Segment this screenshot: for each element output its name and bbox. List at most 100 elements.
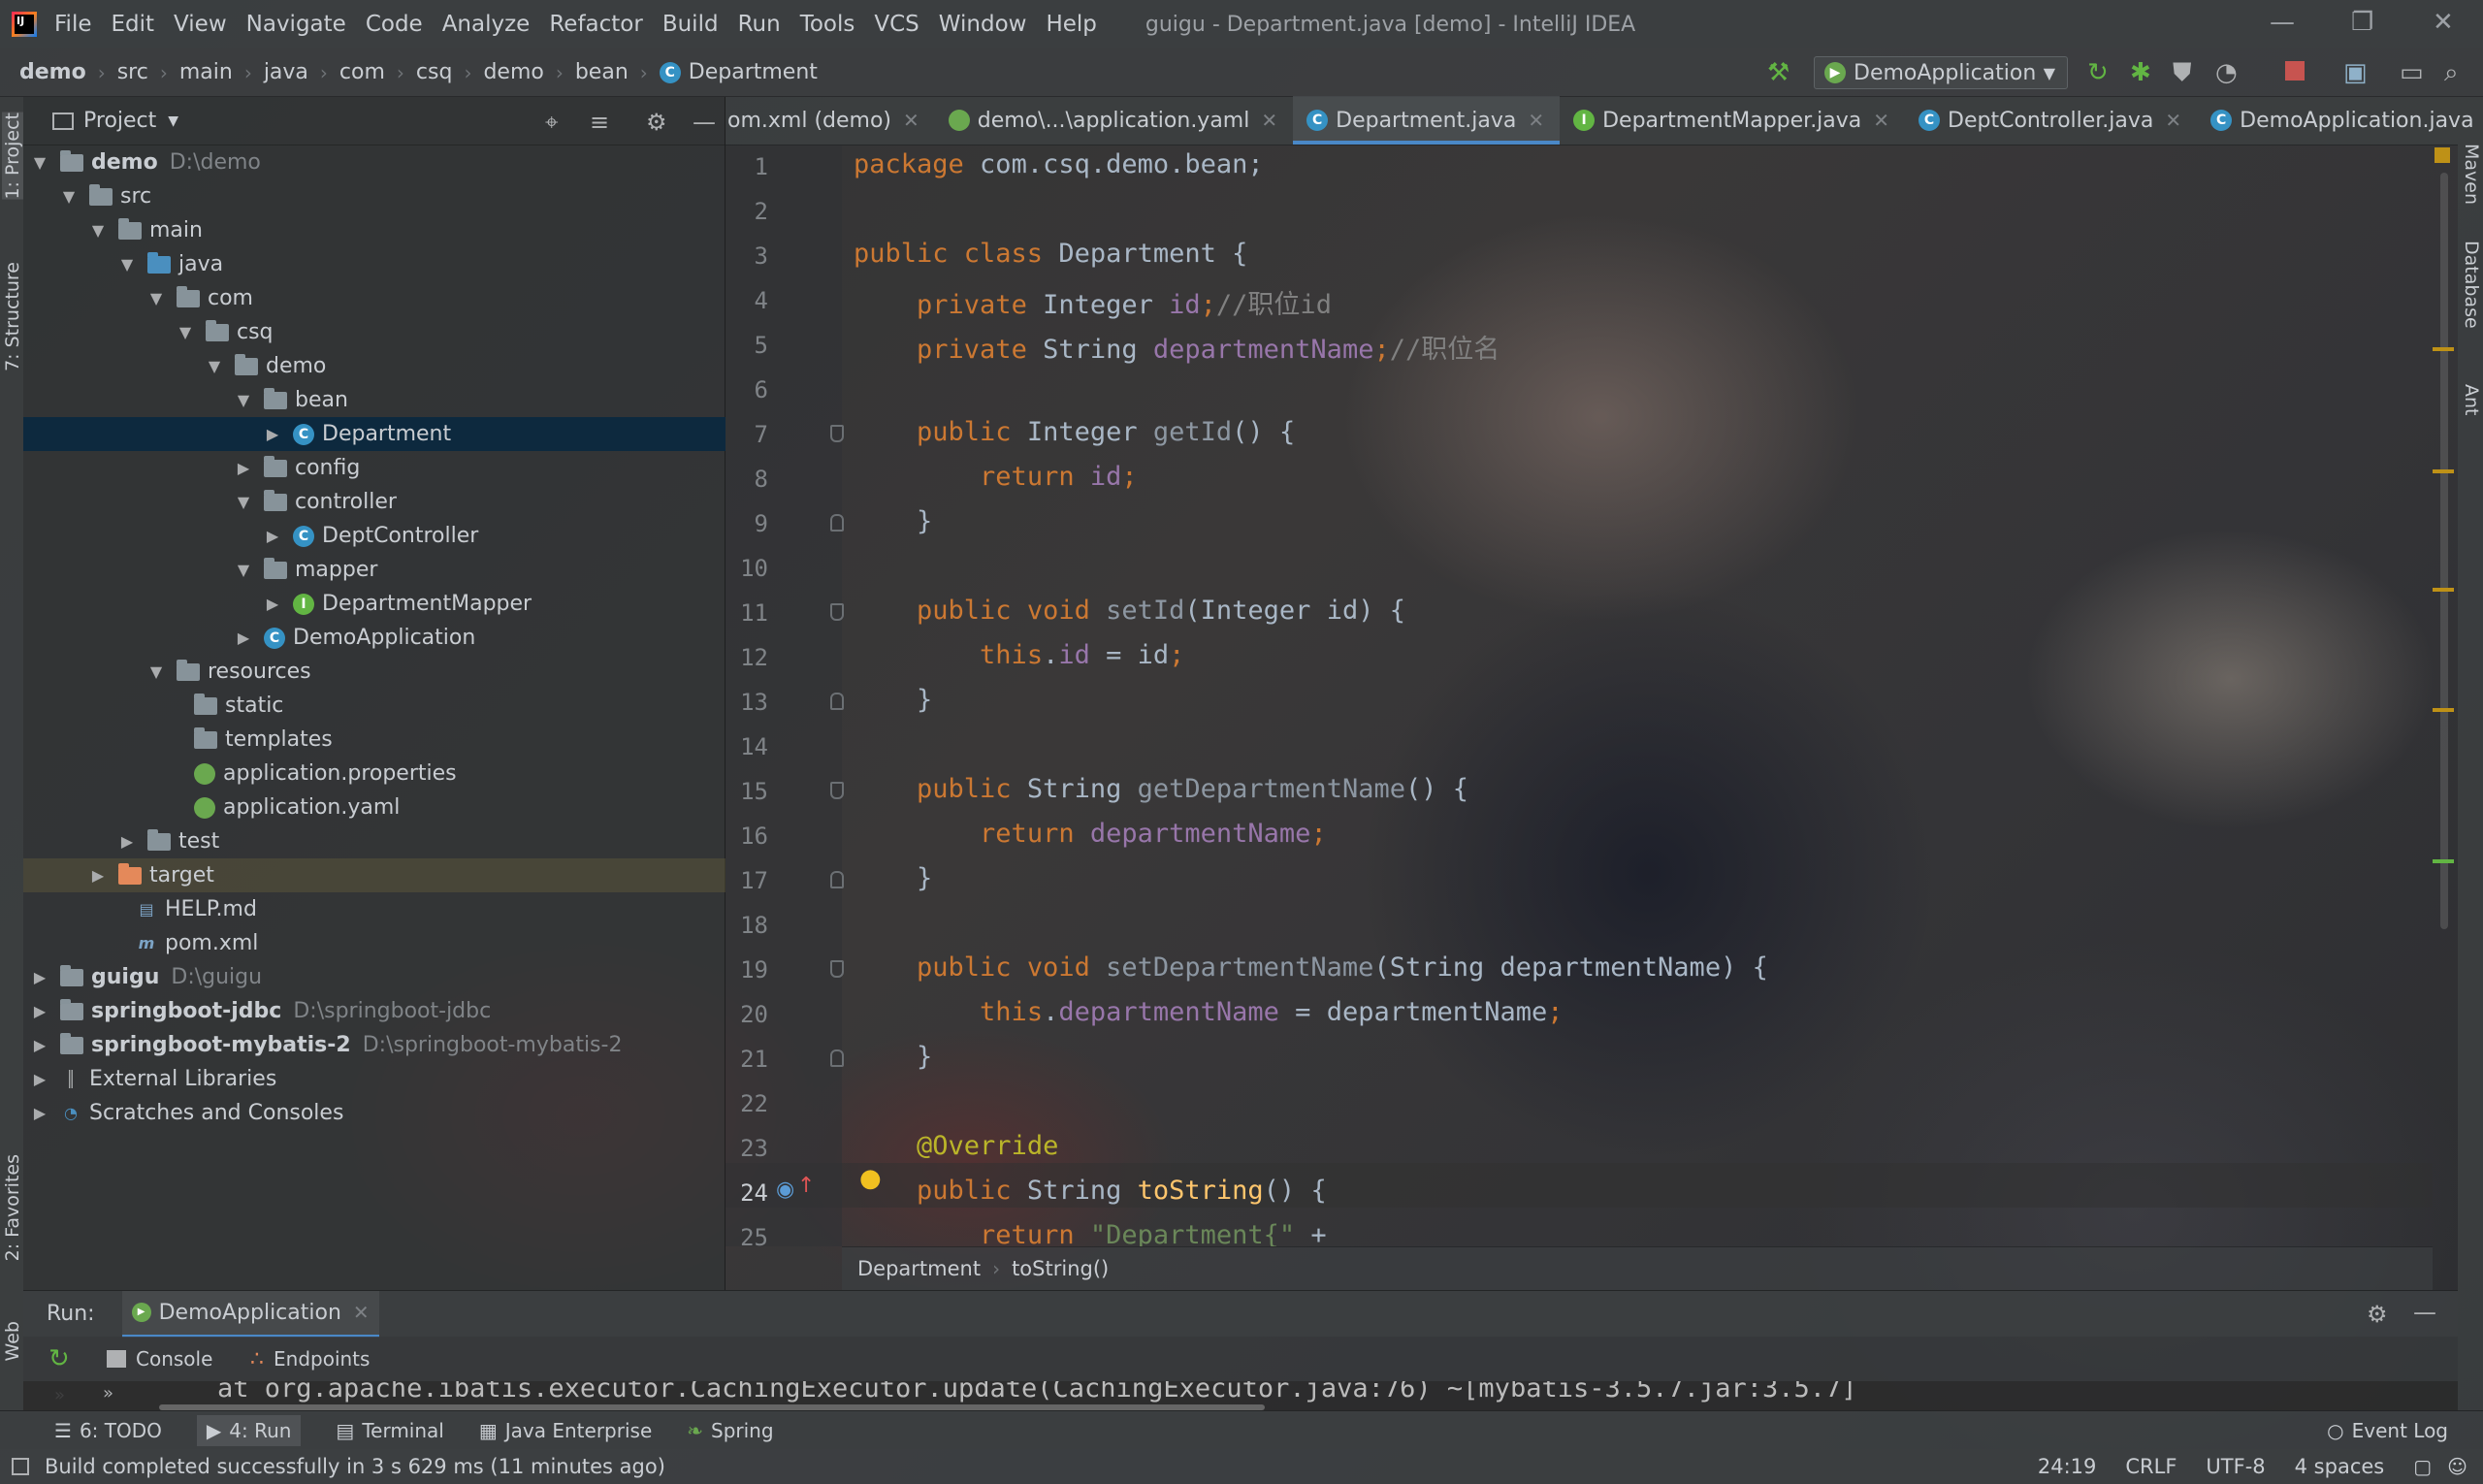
restore-icon[interactable]: ❐ — [2351, 8, 2373, 37]
collapsed-arrow-icon[interactable]: ▶ — [266, 425, 279, 443]
menu-edit[interactable]: Edit — [112, 12, 155, 37]
tree-item-csq[interactable]: ▼ csq — [23, 315, 726, 349]
menu-run[interactable]: Run — [738, 12, 781, 37]
warning-marker[interactable] — [2433, 588, 2454, 592]
tab-application-yaml[interactable]: demo\...\application.yaml ✕ — [935, 96, 1293, 145]
build-hammer-icon[interactable]: ⚒ — [1767, 59, 1790, 86]
menu-view[interactable]: View — [174, 12, 227, 37]
breadcrumb-main[interactable]: main — [179, 60, 233, 84]
collapsed-arrow-icon[interactable]: ▶ — [237, 629, 250, 647]
menu-file[interactable]: File — [54, 12, 92, 37]
menu-refactor[interactable]: Refactor — [549, 12, 642, 37]
menu-vcs[interactable]: VCS — [874, 12, 919, 37]
tree-item-com[interactable]: ▼ com — [23, 281, 726, 315]
close-icon[interactable]: ✕ — [2165, 109, 2181, 132]
warning-marker[interactable] — [2433, 469, 2454, 473]
collapsed-arrow-icon[interactable]: ▶ — [33, 1070, 47, 1088]
tree-item-src[interactable]: ▼ src — [23, 179, 726, 213]
breadcrumb-department[interactable]: C Department — [659, 60, 818, 84]
tree-item-resources[interactable]: ▼ resources — [23, 655, 726, 689]
expanded-arrow-icon[interactable]: ▼ — [178, 323, 192, 341]
expanded-arrow-icon[interactable]: ▼ — [149, 289, 163, 307]
caret-position[interactable]: 24:19 — [2038, 1455, 2097, 1478]
indent-setting[interactable]: 4 spaces — [2295, 1455, 2385, 1478]
editor-scrollbar[interactable] — [2433, 145, 2458, 1246]
breadcrumb-java[interactable]: java — [264, 60, 308, 84]
subtab-endpoints[interactable]: ∴ Endpoints — [250, 1337, 370, 1381]
minimize-icon[interactable]: — — [2270, 8, 2295, 37]
maven-tool-button[interactable]: Maven — [2461, 144, 2482, 205]
layout-icon[interactable]: ▭ — [2400, 59, 2424, 86]
tree-item-mapper[interactable]: ▼ mapper — [23, 553, 726, 587]
menu-analyze[interactable]: Analyze — [442, 12, 531, 37]
close-icon[interactable]: ✕ — [353, 1301, 370, 1324]
tree-item-pom-xml[interactable]: m pom.xml — [23, 926, 726, 960]
tab-demoapplication-java[interactable]: CDemoApplication.java✕ — [2197, 96, 2483, 145]
breadcrumb-bean[interactable]: bean — [575, 60, 629, 84]
collapsed-arrow-icon[interactable]: ▶ — [33, 968, 47, 986]
menu-help[interactable]: Help — [1046, 12, 1096, 37]
expanded-arrow-icon[interactable]: ▼ — [237, 391, 250, 409]
expanded-arrow-icon[interactable]: ▼ — [149, 662, 163, 681]
tree-item-java[interactable]: ▼ java — [23, 247, 726, 281]
gear-icon[interactable]: ⚙ — [646, 109, 667, 136]
rerun-icon[interactable]: ↻ — [48, 1344, 70, 1373]
override-gutter-icon[interactable]: ◉ — [776, 1178, 794, 1202]
run-tab-demoapplication[interactable]: ▶ DemoApplication ✕ — [121, 1290, 379, 1338]
todo-tool-button[interactable]: ☰ 6: TODO — [54, 1419, 162, 1442]
menu-build[interactable]: Build — [662, 12, 719, 37]
stop-icon[interactable] — [2285, 61, 2305, 81]
close-icon[interactable]: ✕ — [1261, 109, 1277, 132]
menu-tools[interactable]: Tools — [800, 12, 855, 37]
subtab-console[interactable]: Console — [107, 1337, 212, 1381]
lock-icon[interactable]: ▢ — [2413, 1455, 2432, 1478]
hide-icon[interactable]: — — [693, 109, 716, 136]
database-tool-button[interactable]: Database — [2461, 241, 2482, 329]
crumb-class[interactable]: Department — [857, 1257, 981, 1280]
structure-tool-button[interactable]: 7: Structure — [2, 262, 23, 371]
tree-item-springboot-jdbc[interactable]: ▶ springboot-jdbc D:\springboot-jdbc — [23, 994, 726, 1028]
tree-item-deptcontroller[interactable]: ▶ C DeptController — [23, 519, 726, 553]
rerun-icon[interactable]: ↻ — [2087, 59, 2109, 86]
tree-item-application-yaml[interactable]: application.yaml — [23, 790, 726, 824]
expanded-arrow-icon[interactable]: ▼ — [237, 493, 250, 511]
console-output[interactable]: » at org.apache.ibatis.executor.CachingE… — [23, 1381, 2458, 1410]
more-icon[interactable]: » — [103, 1383, 113, 1403]
terminal-tool-button[interactable]: ▤ Terminal — [336, 1419, 443, 1442]
tree-item-demoapplication[interactable]: ▶ C DemoApplication — [23, 621, 726, 655]
debug-icon[interactable]: ✱ — [2130, 59, 2151, 86]
profile-icon[interactable]: ◔ — [2215, 59, 2238, 86]
tree-item-application-properties[interactable]: application.properties — [23, 757, 726, 790]
tree-item-help-md[interactable]: ▤ HELP.md — [23, 892, 726, 926]
collapsed-arrow-icon[interactable]: ▶ — [266, 527, 279, 545]
gear-icon[interactable]: ⚙ — [2367, 1301, 2388, 1328]
close-icon[interactable]: ✕ — [2433, 8, 2454, 37]
tree-item-demo[interactable]: ▼ demo D:\demo — [23, 145, 726, 179]
collapsed-arrow-icon[interactable]: ▶ — [33, 1002, 47, 1020]
breadcrumb-com[interactable]: com — [339, 60, 385, 84]
menu-navigate[interactable]: Navigate — [246, 12, 346, 37]
tree-item-springboot-mybatis-2[interactable]: ▶ springboot-mybatis-2 D:\springboot-mybat… — [23, 1028, 726, 1062]
locate-icon[interactable]: ⌖ — [545, 109, 559, 136]
tree-item-static[interactable]: static — [23, 689, 726, 723]
expanded-arrow-icon[interactable]: ▼ — [33, 153, 47, 172]
collapsed-arrow-icon[interactable]: ▶ — [120, 832, 134, 851]
crumb-method[interactable]: toString() — [1012, 1257, 1109, 1280]
collapse-all-icon[interactable]: ≡ — [590, 109, 609, 136]
warning-marker[interactable] — [2433, 708, 2454, 712]
warning-status-icon[interactable] — [2435, 147, 2450, 163]
run-tool-button[interactable]: ▶ 4: Run — [196, 1414, 302, 1446]
breadcrumb-demo-pkg[interactable]: demo — [483, 60, 543, 84]
project-panel-title[interactable]: Project — [83, 109, 156, 133]
tab-department-java[interactable]: C Department.java ✕ — [1293, 96, 1561, 145]
warning-marker[interactable] — [2433, 347, 2454, 351]
tree-item-controller[interactable]: ▼ controller — [23, 485, 726, 519]
toggle-tool-windows-icon[interactable] — [12, 1458, 29, 1475]
project-tool-button[interactable]: 1: Project — [2, 113, 23, 200]
tree-item-external-libraries[interactable]: ▶ ║ External Libraries — [23, 1062, 726, 1096]
tree-item-guigu[interactable]: ▶ guigu D:\guigu — [23, 960, 726, 994]
tree-item-demo-package[interactable]: ▼ demo — [23, 349, 726, 383]
event-log-tool-button[interactable]: ○ Event Log — [2327, 1419, 2448, 1442]
tree-item-scratches[interactable]: ▶ ◔ Scratches and Consoles — [23, 1096, 726, 1130]
java-enterprise-tool-button[interactable]: ▦ Java Enterprise — [479, 1419, 652, 1442]
